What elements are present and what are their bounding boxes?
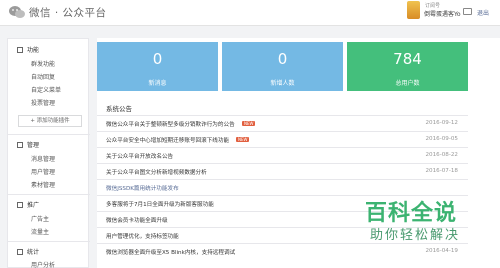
sidebar-item-messages[interactable]: 消息管理: [31, 154, 55, 163]
notice-row[interactable]: 公众平台安全中心增加短期迁移账号回滚下线功能 NEW 2016-09-05: [97, 131, 468, 147]
stat-value: 0: [277, 50, 288, 68]
sidebar-divider: [8, 134, 90, 135]
notice-row[interactable]: 关于公众平台开放改名公告 2016-08-22: [97, 147, 468, 163]
sidebar-group-stats: 统计: [17, 247, 39, 256]
notice-row[interactable]: 关于公众平台图文分析新增视频数据分析 2016-07-18: [97, 163, 468, 179]
notice-title-link[interactable]: 多客服将于7月1日全面升级为新版客服功能: [106, 200, 214, 208]
logout-link[interactable]: 退出: [477, 8, 489, 17]
sidebar-group-manage: 管理: [17, 140, 39, 149]
stats-icon: [17, 249, 23, 255]
notice-title-link[interactable]: 公众平台安全中心增加短期迁移账号回滚下线功能: [106, 136, 229, 144]
account-type-label: 订阅号: [425, 3, 441, 9]
avatar[interactable]: [407, 1, 420, 19]
stat-value: 784: [393, 50, 422, 68]
notice-date: 2016-07-18: [425, 168, 458, 174]
stat-label: 新增人数: [270, 80, 295, 87]
add-plugin-button[interactable]: + 添加功能插件: [18, 115, 82, 127]
sidebar: 功能 群发功能 自动回复 自定义菜单 投票管理 + 添加功能插件 管理 消息管理…: [7, 38, 90, 268]
account-name[interactable]: 倒霉蛋遇客Yo: [424, 9, 461, 18]
watermark-subtitle: 助你轻松解决: [370, 228, 461, 243]
promote-icon: [17, 202, 23, 208]
manage-icon: [17, 142, 23, 148]
sidebar-item-advertiser[interactable]: 广告主: [31, 214, 49, 223]
notice-row[interactable]: 微信JSSDK篇用统计功能发布: [97, 179, 468, 195]
sidebar-item-materials[interactable]: 素材管理: [31, 180, 55, 189]
notice-title-link[interactable]: 微信会员卡功能全面升级: [106, 216, 168, 224]
sidebar-divider: [8, 241, 90, 242]
top-header: 微信 · 公众平台 订阅号 倒霉蛋遇客Yo 退出: [0, 0, 500, 26]
sidebar-item-publisher[interactable]: 流量主: [31, 227, 49, 236]
platform-title: 微信 · 公众平台: [29, 7, 107, 19]
notice-title-link[interactable]: 关于公众平台图文分析新增视频数据分析: [106, 168, 207, 176]
new-badge: NEW: [236, 137, 250, 142]
watermark-title: 百科全说: [365, 201, 458, 226]
notice-title-link[interactable]: 微信公众平台关于整顿新型多级分销欺诈行为的公告: [106, 120, 235, 128]
sidebar-item-mass-send[interactable]: 群发功能: [31, 59, 55, 68]
message-icon[interactable]: [463, 8, 472, 15]
sidebar-item-custom-menu[interactable]: 自定义菜单: [31, 85, 61, 94]
stat-label: 新消息: [148, 80, 167, 87]
stat-label: 总用户数: [395, 80, 420, 87]
sidebar-divider: [8, 194, 90, 195]
sidebar-item-users[interactable]: 用户管理: [31, 167, 55, 176]
wechat-logo-icon: [9, 6, 25, 18]
notice-date: 2016-04-19: [425, 248, 458, 254]
notice-date: 2016-09-12: [425, 120, 458, 126]
stat-total-users[interactable]: 784 总用户数: [347, 42, 468, 91]
sidebar-group-features: 功能: [17, 45, 39, 54]
sidebar-group-promote: 推广: [17, 200, 39, 209]
notice-row[interactable]: 微信公众平台关于整顿新型多级分销欺诈行为的公告 NEW 2016-09-12: [97, 115, 468, 131]
sidebar-item-user-analysis[interactable]: 用户分析: [31, 260, 55, 268]
features-icon: [17, 47, 23, 53]
stat-new-users[interactable]: 0 新增人数: [222, 42, 343, 91]
notice-title-link[interactable]: 微信浏览器全面升级至X5 Blink内核，支持远程调试: [106, 248, 235, 256]
notice-date: 2016-09-05: [425, 136, 458, 142]
sidebar-item-auto-reply[interactable]: 自动回复: [31, 72, 55, 81]
notice-date: 2016-08-22: [425, 152, 458, 158]
stat-new-messages[interactable]: 0 新消息: [97, 42, 218, 91]
new-badge: NEW: [242, 121, 256, 126]
notice-title-link[interactable]: 用户管理优化，支持标签功能: [106, 232, 179, 240]
notices-title: 系统公告: [106, 105, 132, 113]
sidebar-item-vote[interactable]: 投票管理: [31, 98, 55, 107]
notice-title-link[interactable]: 微信JSSDK篇用统计功能发布: [106, 184, 179, 192]
notice-row[interactable]: 微信浏览器全面升级至X5 Blink内核，支持远程调试 2016-04-19: [97, 243, 468, 259]
notice-title-link[interactable]: 关于公众平台开放改名公告: [106, 152, 173, 160]
stat-value: 0: [152, 50, 163, 68]
